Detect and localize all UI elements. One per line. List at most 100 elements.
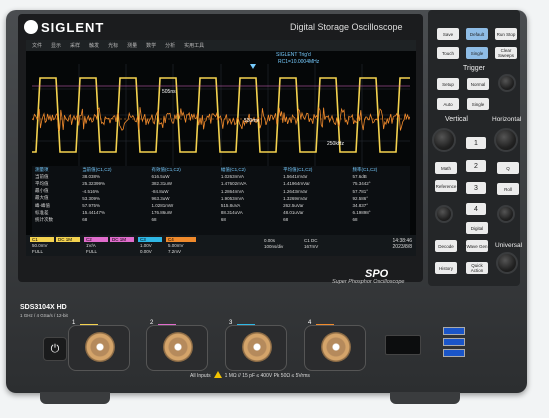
channel-2-button[interactable]: 2	[466, 160, 486, 172]
horizontal-position-knob[interactable]	[497, 205, 515, 223]
menu-utility[interactable]: 实用工具	[184, 42, 204, 49]
display-screen[interactable]: 文件 显示 采样 触发 光标 测量 数学 分析 实用工具 SIGLENT Tri…	[26, 40, 416, 256]
measurement-value: 53.309%	[82, 195, 100, 201]
trigger-info[interactable]: C1 DC 167mV	[302, 237, 352, 254]
measurement-value: 1.2864mVA	[220, 188, 245, 194]
input-4-well	[304, 325, 366, 371]
channel-1-button[interactable]: 1	[466, 137, 486, 149]
measurement-value: -84.8uW	[151, 188, 169, 194]
measurement-value: 616.5uW	[151, 174, 170, 180]
channel-4-button[interactable]: 4	[466, 203, 486, 215]
power-button[interactable]: ⏻	[43, 337, 67, 361]
reference-button[interactable]: Reference	[435, 180, 457, 192]
left-foot	[40, 392, 110, 404]
default-button[interactable]: Default	[466, 28, 488, 40]
ext-trigger-port[interactable]	[385, 335, 421, 355]
waveform-display[interactable]: 505ns 530mv 250kHz	[32, 64, 410, 166]
input-1-well	[68, 325, 130, 371]
save-button[interactable]: Save	[437, 28, 459, 40]
measurement-label: 标准差	[35, 209, 49, 215]
run-stop-button[interactable]: Run Stop	[495, 28, 517, 40]
menu-bar: 文件 显示 采样 触发 光标 测量 数学 分析 实用工具	[26, 40, 416, 51]
meas-header: 幅值(C1,C2)	[220, 166, 246, 172]
trigger-normal-button[interactable]: Normal	[467, 78, 489, 90]
decode-button[interactable]: Decode	[435, 240, 457, 252]
menu-cursor[interactable]: 光标	[108, 42, 118, 49]
marker-left: 505ns	[162, 89, 176, 95]
universal-knob[interactable]	[496, 252, 518, 274]
measurement-table[interactable]: 测量项 当前值(C1,C2) 有效值(C1,C2) 幅值(C1,C2) 平均值(…	[32, 166, 410, 244]
measurement-value: 262.5uVar	[283, 203, 304, 209]
vertical-scale-knob[interactable]	[432, 128, 456, 152]
trigger-single-button[interactable]: Single	[467, 98, 489, 110]
measurement-value: 57.781°	[352, 188, 369, 194]
measurement-value: 68	[283, 217, 289, 223]
input-1-bnc[interactable]	[85, 332, 115, 362]
trigger-position-marker	[250, 64, 256, 69]
channel-status-bar: C1 50.0mV FULL DC 1M C2 1V/A FULL DC 1M …	[26, 235, 416, 256]
menu-display[interactable]: 显示	[51, 42, 61, 49]
vertical-position-knob[interactable]	[435, 205, 453, 223]
channel-4-info[interactable]: C4 5.00mV 7.2mV	[166, 237, 196, 254]
meas-header: 当前值(C1,C2)	[82, 166, 112, 172]
input-2-well	[146, 325, 208, 371]
measurement-value: 48.01uVar	[283, 210, 304, 216]
measurement-value: 515.8uVA	[220, 203, 241, 209]
menu-file[interactable]: 文件	[32, 42, 42, 49]
channel-3-info[interactable]: C3 1.00V 0.00V	[138, 237, 162, 254]
measurement-row: 峰-峰值 57.975% 1.0281mW 515.8uVA 262.5uVar 34.8…	[32, 202, 410, 209]
roll-button[interactable]: Roll	[497, 183, 519, 195]
horizontal-scale-knob[interactable]	[494, 128, 518, 152]
power-icon: ⏻	[50, 342, 60, 355]
measurement-label: 最大值	[35, 195, 49, 201]
menu-analysis[interactable]: 分析	[165, 42, 175, 49]
trigger-setup-button[interactable]: Setup	[437, 78, 459, 90]
usb-port-icon[interactable]	[443, 327, 465, 335]
measurement-value: 75.3442°	[352, 181, 371, 187]
touch-button[interactable]: Touch	[437, 47, 459, 59]
meas-header: 有效值(C1,C2)	[151, 166, 181, 172]
measurement-row: 最大值 53.309% 963.3uW 1.9053mVA 1.3269mVar 92.5…	[32, 195, 410, 202]
measurement-value: 57.6dB	[352, 174, 367, 180]
measurement-value: 382.31uW	[151, 181, 173, 187]
trigger-level-knob[interactable]	[498, 74, 516, 92]
usb-port-icon[interactable]	[443, 349, 465, 357]
horizontal-section-label: Horizontal	[492, 116, 522, 123]
meas-header: 频率(C1,C2)	[352, 166, 378, 172]
measurement-value: 38.038%	[82, 174, 100, 180]
channel-3-button[interactable]: 3	[466, 182, 486, 194]
single-button[interactable]: Single	[466, 47, 488, 59]
timebase-info[interactable]: 0.00s 100ns/div	[262, 237, 302, 254]
history-button[interactable]: History	[435, 262, 457, 274]
usb-port-icon[interactable]	[443, 338, 465, 346]
measurement-value: 68	[151, 217, 157, 223]
digital-button[interactable]: Digital	[466, 222, 488, 234]
channel-2-info[interactable]: C2 1V/A FULL	[84, 237, 108, 254]
menu-trigger[interactable]: 触发	[89, 42, 99, 49]
menu-acquire[interactable]: 采样	[70, 42, 80, 49]
measurement-value: 1.0263mVA	[220, 174, 245, 180]
measurement-label: 最小值	[35, 188, 49, 194]
clear-sweeps-button[interactable]: Clear Sweeps	[495, 47, 517, 59]
measurement-label: 当前值	[35, 173, 49, 179]
model-specs: 1 GHz / 4 GSa/s / 12-bit	[20, 313, 68, 318]
input-4-bnc[interactable]	[321, 332, 351, 362]
menu-measure[interactable]: 测量	[127, 42, 137, 49]
input-3-bnc[interactable]	[242, 332, 272, 362]
math-button[interactable]: Math	[435, 162, 457, 174]
channel-2-coupling: DC 1M	[110, 237, 134, 254]
menu-math[interactable]: 数学	[146, 42, 156, 49]
product-title: Digital Storage Oscilloscope	[290, 22, 403, 32]
quick-action-button[interactable]: Quick Action	[466, 262, 488, 274]
measurement-value: 1.0281mW	[151, 203, 174, 209]
input-2-bnc[interactable]	[163, 332, 193, 362]
measurement-value: 68	[82, 217, 88, 223]
trigger-section-label: Trigger	[463, 65, 485, 72]
channel-1-info[interactable]: C1 50.0mV FULL	[30, 237, 54, 254]
trigger-auto-button[interactable]: Auto	[437, 98, 459, 110]
measurement-value: 88.314uVA	[220, 210, 243, 216]
search-button[interactable]: Q	[497, 162, 519, 174]
meas-header: 测量项	[35, 166, 49, 172]
siglent-logo-icon	[24, 20, 38, 34]
wave-gen-button[interactable]: Wave Gen	[466, 240, 488, 252]
